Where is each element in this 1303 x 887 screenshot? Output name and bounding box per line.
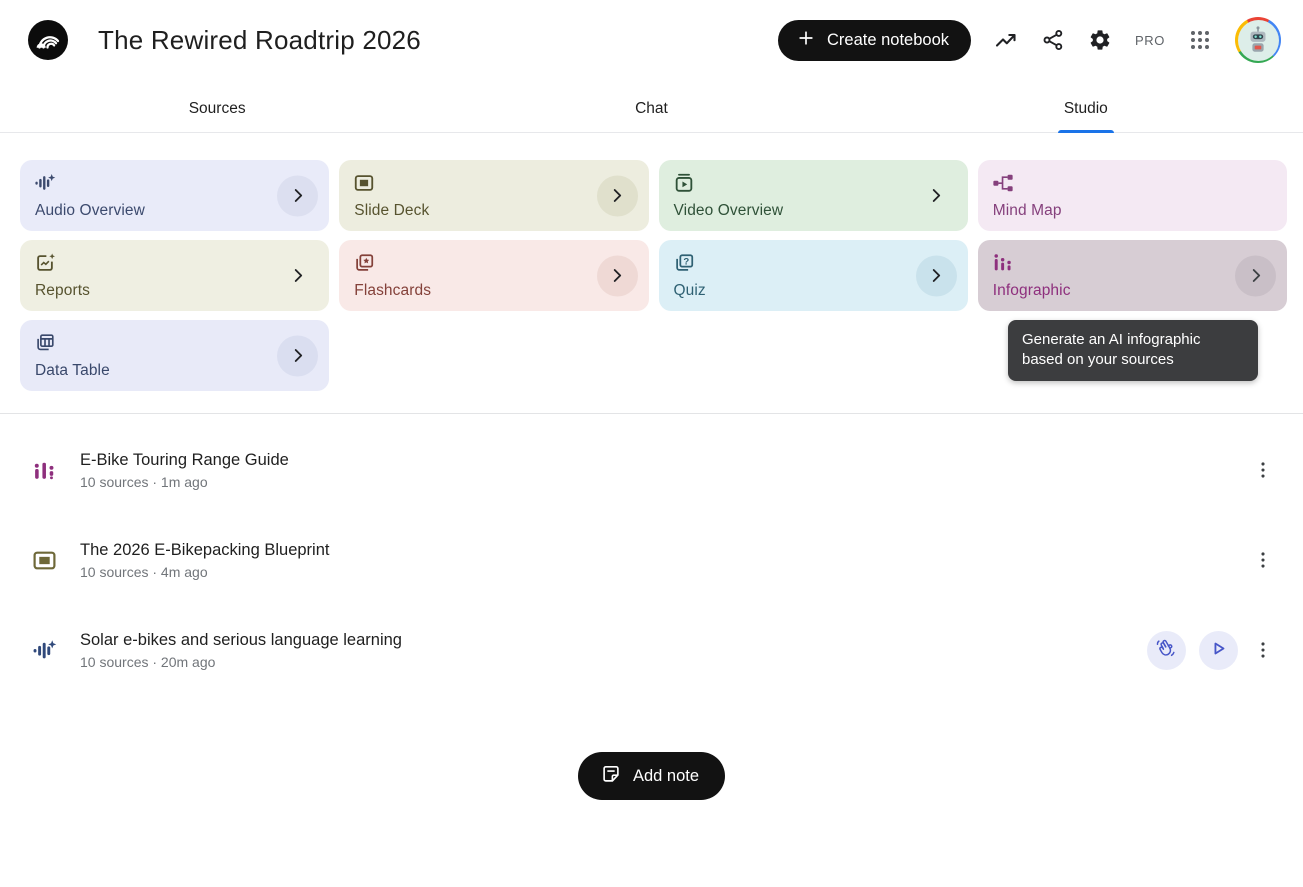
chevron-right-icon[interactable] [277, 175, 318, 216]
output-row-audio-overview[interactable]: Solar e-bikes and serious language learn… [32, 624, 1275, 676]
plus-icon [796, 28, 816, 53]
audio-waveform-sparkle-icon [34, 172, 315, 194]
slide-deck-icon [353, 172, 634, 194]
tab-studio[interactable]: Studio [869, 80, 1303, 132]
chevron-right-icon[interactable] [277, 335, 318, 376]
studio-tool-infographic[interactable]: Infographic [978, 240, 1287, 311]
panel-tabs: Sources Chat Studio [0, 80, 1303, 133]
output-title: E-Bike Touring Range Guide [80, 451, 289, 470]
audio-waveform-sparkle-icon [32, 638, 60, 663]
pro-badge: PRO [1135, 33, 1165, 48]
note-icon [600, 763, 622, 790]
chevron-right-icon[interactable] [1235, 255, 1276, 296]
studio-tool-flashcards[interactable]: Flashcards [339, 240, 648, 311]
chevron-right-icon[interactable] [277, 255, 318, 296]
flashcards-star-icon [353, 252, 634, 274]
chevron-right-icon[interactable] [597, 175, 638, 216]
svg-text:?: ? [683, 256, 689, 267]
more-options-icon[interactable] [1251, 458, 1275, 482]
output-meta: 10 sources · 20m ago [80, 654, 402, 670]
studio-tool-mind-map[interactable]: Mind Map [978, 160, 1287, 231]
chevron-right-icon[interactable] [597, 255, 638, 296]
play-icon [1208, 638, 1229, 662]
data-table-icon [34, 332, 315, 354]
infographic-bars-icon [32, 458, 60, 483]
account-avatar[interactable] [1235, 17, 1281, 63]
mind-map-icon [992, 172, 1273, 194]
report-sparkle-icon [34, 252, 315, 274]
notebooklm-logo-icon[interactable] [28, 20, 68, 60]
output-title: The 2026 E-Bikepacking Blueprint [80, 541, 329, 560]
studio-outputs-list: E-Bike Touring Range Guide 10 sources · … [0, 414, 1303, 676]
robot-avatar-image [1238, 20, 1279, 61]
add-note-button[interactable]: Add note [578, 752, 725, 800]
tab-sources[interactable]: Sources [0, 80, 434, 132]
play-audio-button[interactable] [1199, 631, 1238, 670]
studio-tool-data-table[interactable]: Data Table [20, 320, 329, 391]
video-overview-icon [673, 172, 954, 194]
slide-deck-icon [32, 548, 60, 573]
studio-tool-audio-overview[interactable]: Audio Overview [20, 160, 329, 231]
more-options-icon[interactable] [1251, 638, 1275, 662]
chevron-right-icon[interactable] [916, 175, 957, 216]
chevron-right-icon[interactable] [916, 255, 957, 296]
create-notebook-button[interactable]: Create notebook [778, 20, 971, 61]
infographic-bars-icon [992, 252, 1273, 274]
infographic-tooltip: Generate an AI infographic based on your… [1008, 320, 1258, 381]
output-row-infographic[interactable]: E-Bike Touring Range Guide 10 sources · … [32, 444, 1275, 496]
quiz-cards-icon: ? [673, 252, 954, 274]
studio-tool-reports[interactable]: Reports [20, 240, 329, 311]
active-tab-underline [1058, 130, 1114, 133]
output-meta: 10 sources · 4m ago [80, 564, 329, 580]
header-actions: Create notebook PRO [778, 17, 1281, 63]
studio-tool-slide-deck[interactable]: Slide Deck [339, 160, 648, 231]
settings-gear-icon[interactable] [1088, 28, 1112, 52]
share-icon[interactable] [1041, 28, 1065, 52]
header: The Rewired Roadtrip 2026 Create noteboo… [0, 0, 1303, 80]
studio-tool-quiz[interactable]: ? Quiz [659, 240, 968, 311]
tab-chat[interactable]: Chat [434, 80, 868, 132]
more-options-icon[interactable] [1251, 548, 1275, 572]
waving-hand-icon [1156, 638, 1177, 662]
analytics-trending-up-icon[interactable] [994, 28, 1018, 52]
google-apps-grid-icon[interactable] [1188, 28, 1212, 52]
output-title: Solar e-bikes and serious language learn… [80, 631, 402, 650]
notebook-title[interactable]: The Rewired Roadtrip 2026 [98, 25, 421, 56]
output-row-slide-deck[interactable]: The 2026 E-Bikepacking Blueprint 10 sour… [32, 534, 1275, 586]
interactive-mode-button[interactable] [1147, 631, 1186, 670]
notebooklm-studio-page: The Rewired Roadtrip 2026 Create noteboo… [0, 0, 1303, 887]
footer: Add note [0, 752, 1303, 800]
studio-tool-video-overview[interactable]: Video Overview [659, 160, 968, 231]
output-meta: 10 sources · 1m ago [80, 474, 289, 490]
